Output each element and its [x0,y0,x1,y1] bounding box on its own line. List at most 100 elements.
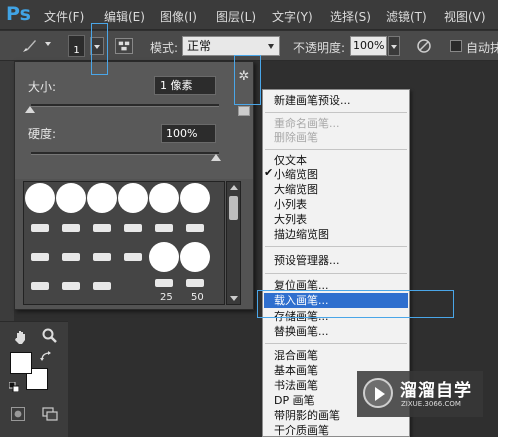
menu-item-replace-brushes[interactable]: 替换画笔... [274,324,329,339]
brush-preset[interactable] [93,282,111,290]
menu-item-preset-manager[interactable]: 预设管理器... [274,253,340,268]
menu-divider [265,246,407,247]
scroll-up-icon[interactable] [230,185,238,190]
menu-item-basic-brushes[interactable]: 基本画笔 [274,363,318,378]
menu-image[interactable]: 图像(I) [160,8,197,25]
menu-item-small-list[interactable]: 小列表 [274,197,307,212]
brush-preset[interactable] [155,224,173,232]
opacity-input[interactable]: 100% [350,36,387,56]
menu-item-dry-media-brushes[interactable]: 干介质画笔 [274,423,329,437]
hand-tool-icon[interactable] [13,329,29,345]
menu-file[interactable]: 文件(F) [44,8,84,25]
menu-select[interactable]: 选择(S) [330,8,371,25]
brush-preset[interactable] [31,224,49,232]
play-logo-icon [363,378,393,408]
menu-bar: Ps 文件(F) 编辑(E) 图像(I) 图层(L) 文字(Y) 选择(S) 滤… [0,0,498,30]
annotation-box [257,290,454,318]
brush-preset[interactable] [124,253,142,261]
airbrush-checkbox[interactable] [450,40,462,52]
brush-preset[interactable] [180,183,210,213]
tools-panel [0,321,68,437]
hardness-input[interactable]: 100% [161,124,216,143]
tool-strip [0,61,14,321]
default-colors-icon[interactable] [9,382,19,392]
brush-preset[interactable] [62,224,80,232]
brush-preset[interactable] [186,224,204,232]
chevron-down-icon [268,44,274,49]
menu-item-drop-shadow-brushes[interactable]: 带阴影的画笔 [274,408,340,423]
brush-tool-icon[interactable] [20,38,38,54]
brush-size-preview[interactable]: 1 [68,35,85,57]
menu-divider [265,149,407,150]
menu-item-rename: 重命名画笔... [274,117,340,130]
screen-mode-icon[interactable] [42,407,58,421]
brush-preset[interactable] [31,282,49,290]
zoom-tool-icon[interactable] [42,328,58,344]
mode-select-value: 正常 [187,39,212,53]
size-label: 大小: [28,80,57,94]
pressure-opacity-icon[interactable] [415,38,433,54]
size-slider-thumb[interactable] [25,106,35,113]
annotation-box [91,23,108,75]
new-preset-icon[interactable] [238,106,250,116]
brush-preset[interactable] [124,224,142,232]
menu-item-large-list[interactable]: 大列表 [274,212,307,227]
brush-preset[interactable] [87,183,117,213]
size-slider[interactable] [31,104,219,107]
menu-edit[interactable]: 编辑(E) [104,8,145,25]
brush-preset-picker: 大小: 1 像素 ✲ 硬度: 100% 25 50 [14,61,254,310]
menu-item-calligraphic-brushes[interactable]: 书法画笔 [274,378,318,393]
menu-divider [265,273,407,274]
brush-size-number: 25 [160,292,173,303]
menu-item-small-thumbnail[interactable]: 小缩览图 [274,167,318,182]
brush-panel-toggle-icon[interactable] [115,38,133,54]
brush-preset[interactable] [62,282,80,290]
menu-view[interactable]: 视图(V) [444,8,486,25]
brush-preset[interactable] [155,279,173,287]
brush-preset[interactable] [56,183,86,213]
brush-preset[interactable] [118,183,148,213]
brush-presets-grid: 25 50 [23,181,225,305]
brush-preset[interactable] [186,279,204,287]
mode-select[interactable]: 正常 [182,36,280,56]
hardness-label: 硬度: [28,127,57,141]
menu-item-new-preset[interactable]: 新建画笔预设... [274,93,351,108]
menu-item-delete: 删除画笔 [274,131,318,144]
photoshop-window: Ps 文件(F) 编辑(E) 图像(I) 图层(L) 文字(Y) 选择(S) 滤… [0,0,498,437]
brush-preset[interactable] [31,253,49,261]
opacity-dropdown-button[interactable] [388,36,400,56]
mode-label: 模式: [150,41,179,55]
watermark: 溜溜自学 ZIXUE.3066.COM [357,371,483,417]
presets-scrollbar[interactable] [226,181,241,305]
menu-item-stroke-thumbnail[interactable]: 描边缩览图 [274,227,329,242]
brush-preset[interactable] [180,242,210,272]
menu-divider [265,343,407,344]
menu-item-large-thumbnail[interactable]: 大缩览图 [274,182,318,197]
menu-filter[interactable]: 滤镜(T) [386,8,427,25]
swap-colors-icon[interactable] [40,351,54,363]
hardness-slider-thumb[interactable] [211,154,221,161]
menu-item-mixed-brushes[interactable]: 混合画笔 [274,348,318,363]
brush-preset[interactable] [149,242,179,272]
ps-logo: Ps [6,3,31,25]
airbrush-label: 自动抹 [466,41,498,55]
brush-preset[interactable] [93,224,111,232]
tool-preset-dropdown-icon[interactable] [45,42,51,46]
menu-item-dp-brushes[interactable]: DP 画笔 [274,393,315,408]
brush-preset[interactable] [149,183,179,213]
size-input[interactable]: 1 像素 [154,76,216,95]
menu-type[interactable]: 文字(Y) [272,8,313,25]
foreground-color-swatch[interactable] [10,352,32,374]
brush-preset[interactable] [93,253,111,261]
checkmark-icon: ✔ [264,166,274,179]
watermark-url: ZIXUE.3066.COM [401,400,461,408]
menu-layer[interactable]: 图层(L) [216,8,256,25]
menu-item-text-only[interactable]: 仅文本 [274,153,307,168]
brush-preset[interactable] [25,183,55,213]
brush-preset[interactable] [62,253,80,261]
opacity-label: 不透明度: [293,41,346,55]
scrollbar-thumb[interactable] [229,196,238,220]
hardness-slider[interactable] [31,152,219,155]
quick-mask-icon[interactable] [11,407,25,421]
scroll-down-icon[interactable] [230,296,238,301]
